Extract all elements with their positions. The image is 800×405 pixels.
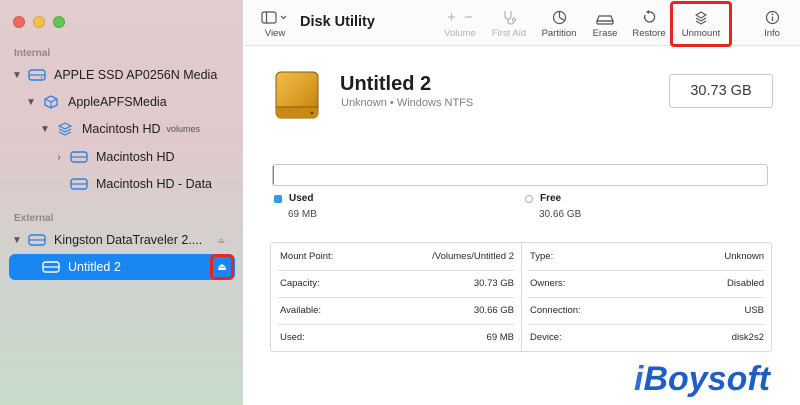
internal-disk-icon — [28, 68, 46, 82]
chevron-down-icon[interactable]: ▼ — [24, 97, 38, 108]
section-internal: Internal — [14, 48, 51, 59]
add-remove-icon: + − — [447, 9, 473, 26]
section-external: External — [14, 213, 54, 224]
erase-button[interactable]: Erase — [589, 9, 621, 39]
main-panel: Untitled 2 Unknown • Windows NTFS 30.73 … — [244, 47, 800, 405]
volume-icon — [70, 177, 88, 191]
usage-bar — [272, 164, 768, 186]
usage-bar-used — [273, 165, 274, 185]
stethoscope-icon — [489, 9, 529, 26]
partition-button[interactable]: Partition — [538, 9, 580, 39]
info-value: USB — [744, 305, 764, 316]
legend-used: Used 69 MB — [274, 193, 317, 220]
sidebar-item-apple-ssd[interactable]: ▼ APPLE SSD AP0256N Media — [0, 62, 243, 88]
volume-icon — [42, 260, 60, 274]
sidebar-item-kingston[interactable]: ▼ Kingston DataTraveler 2.... ⏏ — [0, 227, 243, 253]
capacity-badge: 30.73 GB — [669, 74, 773, 108]
zoom-window-button[interactable] — [53, 16, 65, 28]
info-key: Connection: — [530, 305, 581, 316]
external-drive-icon — [272, 69, 322, 121]
window-controls — [13, 16, 65, 28]
sidebar-item-label: Kingston DataTraveler 2.... — [54, 233, 203, 247]
sidebar-item-label: AppleAPFSMedia — [68, 95, 167, 109]
info-key: Type: — [530, 251, 554, 262]
info-key: Used: — [280, 332, 305, 343]
apfs-container-icon — [42, 95, 60, 109]
sidebar-item-macintosh-hd-volumes[interactable]: ▼ Macintosh HD volumes — [0, 116, 243, 142]
info-key: Capacity: — [280, 278, 320, 289]
external-disk-icon — [28, 233, 46, 247]
sidebar-item-label: Macintosh HD — [82, 122, 161, 136]
sidebar-item-macintosh-hd-data[interactable]: Macintosh HD - Data — [0, 171, 243, 197]
sidebar-item-suffix: volumes — [166, 124, 201, 134]
sidebar: Internal ▼ APPLE SSD AP0256N Media ▼ App… — [0, 0, 243, 405]
volume-icon — [70, 150, 88, 164]
info-value: Unknown — [724, 251, 764, 262]
sidebar-item-label: Macintosh HD - Data — [96, 177, 213, 191]
eject-icon[interactable]: ⏏ — [217, 236, 225, 245]
volume-group-icon — [56, 122, 74, 136]
info-value: 69 MB — [486, 332, 514, 343]
svg-text:iBoysoft: iBoysoft — [634, 360, 772, 398]
chevron-down-icon[interactable]: ▼ — [10, 235, 24, 246]
restore-arrow-icon — [630, 9, 668, 26]
sidebar-item-label: APPLE SSD AP0256N Media — [54, 68, 218, 82]
minimize-window-button[interactable] — [33, 16, 45, 28]
sidebar-item-label: Macintosh HD — [96, 150, 175, 164]
eject-icon[interactable]: ⏏ — [210, 254, 234, 280]
chevron-right-icon[interactable]: › — [52, 152, 66, 163]
first-aid-button[interactable]: First Aid — [489, 9, 529, 39]
sidebar-view-icon — [260, 9, 290, 26]
info-table: Mount Point: /Volumes/Untitled 2 Capacit… — [270, 242, 772, 352]
sidebar-item-untitled-2[interactable]: Untitled 2 ⏏ — [9, 254, 235, 280]
legend-free: Free 30.66 GB — [525, 193, 581, 220]
window-title: Disk Utility — [300, 14, 375, 30]
eraser-drive-icon — [589, 9, 621, 26]
volume-name: Untitled 2 — [340, 73, 432, 95]
info-icon — [760, 9, 784, 26]
free-value: 30.66 GB — [539, 209, 582, 220]
used-swatch — [274, 194, 282, 203]
toolbar: View Disk Utility + − Volume First Aid P… — [244, 0, 800, 47]
info-key: Available: — [280, 305, 322, 316]
unmount-highlight — [670, 1, 732, 47]
info-key: Mount Point: — [280, 251, 334, 262]
info-key: Device: — [530, 332, 562, 343]
close-window-button[interactable] — [13, 16, 25, 28]
info-value: 30.66 GB — [473, 305, 514, 316]
sidebar-item-macintosh-hd[interactable]: › Macintosh HD — [0, 144, 243, 170]
chevron-down-icon[interactable]: ▼ — [38, 124, 52, 135]
view-button[interactable]: View — [260, 9, 290, 39]
iboysoft-logo: iBoysoft iBoysoft — [632, 354, 794, 401]
info-key: Owners: — [530, 278, 566, 289]
info-button[interactable]: Info — [760, 9, 784, 39]
info-value: disk2s2 — [731, 332, 764, 343]
restore-button[interactable]: Restore — [630, 9, 668, 39]
chevron-down-icon[interactable]: ▼ — [10, 70, 24, 81]
volume-button[interactable]: + − Volume — [443, 9, 477, 39]
volume-description: Unknown • Windows NTFS — [341, 97, 474, 109]
free-swatch — [525, 194, 533, 203]
sidebar-item-label: Untitled 2 — [68, 260, 121, 274]
info-value: Disabled — [727, 278, 764, 289]
info-value: /Volumes/Untitled 2 — [432, 251, 514, 262]
sidebar-item-apfs-container[interactable]: ▼ AppleAPFSMedia — [0, 89, 243, 115]
info-value: 30.73 GB — [473, 278, 514, 289]
pie-chart-icon — [538, 9, 580, 26]
used-value: 69 MB — [288, 209, 317, 220]
